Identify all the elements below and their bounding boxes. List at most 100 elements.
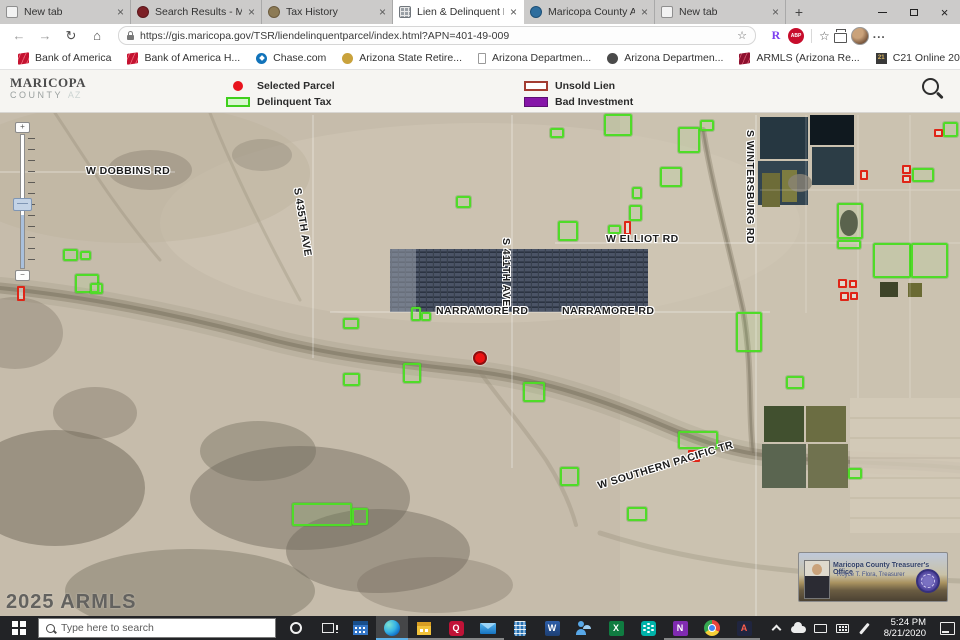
bookmark-c21-online-2020[interactable]: 21C21 Online 2020 [868, 48, 960, 68]
collections-icon[interactable] [834, 33, 847, 43]
delinquent-tax-parcel[interactable] [911, 243, 948, 278]
close-button[interactable]: × [929, 0, 960, 24]
touch-keyboard-button[interactable] [832, 616, 854, 640]
chevron-up-button[interactable] [766, 616, 788, 640]
word-taskbar-button[interactable]: W [536, 616, 568, 640]
tab-close-icon[interactable]: × [641, 6, 648, 18]
delinquent-tax-parcel[interactable] [837, 240, 861, 249]
tab-new-tab[interactable]: New tab× [0, 0, 131, 24]
delinquent-tax-parcel[interactable] [837, 203, 863, 239]
cortana-taskbar-button[interactable] [280, 616, 312, 640]
onenote-taskbar-button[interactable]: N [664, 616, 696, 640]
profile-avatar[interactable] [851, 27, 869, 45]
favorites-bar-icon[interactable]: ☆ [819, 29, 830, 43]
tab-lien-delinquent-par[interactable]: Lien & Delinquent Par...× [393, 0, 524, 24]
people-taskbar-button[interactable] [568, 616, 600, 640]
menu-dots-icon[interactable]: ... [873, 27, 886, 41]
delinquent-tax-parcel[interactable] [912, 168, 934, 182]
zoom-out-button[interactable]: − [15, 270, 30, 281]
action-center-button[interactable] [934, 616, 960, 640]
delinquent-tax-parcel[interactable] [421, 312, 431, 321]
adblock-extension-icon[interactable]: ABP [788, 28, 804, 44]
delinquent-tax-parcel[interactable] [632, 187, 642, 199]
edge-taskbar-button[interactable] [376, 616, 408, 640]
delinquent-tax-parcel[interactable] [403, 363, 421, 383]
store-taskbar-button[interactable] [408, 616, 440, 640]
tab-close-icon[interactable]: × [117, 6, 124, 18]
delinquent-tax-parcel[interactable] [943, 122, 958, 137]
unsold-lien-parcel[interactable] [849, 280, 857, 288]
minimize-button[interactable] [867, 0, 898, 24]
zoom-slider-thumb[interactable] [13, 198, 32, 211]
taskbar-search-input[interactable] [61, 622, 268, 634]
tab-close-icon[interactable]: × [248, 6, 255, 18]
zoom-in-button[interactable]: + [15, 122, 30, 133]
calculator-taskbar-button[interactable] [504, 616, 536, 640]
url-text[interactable]: https://gis.maricopa.gov/TSR/liendelinqu… [140, 30, 731, 42]
refresh-icon[interactable]: ↻ [60, 28, 82, 44]
task-view-taskbar-button[interactable] [312, 616, 344, 640]
delinquent-tax-parcel[interactable] [560, 467, 579, 486]
excel-taskbar-button[interactable]: X [600, 616, 632, 640]
bookmark-bank-of-america[interactable]: Bank of America [10, 48, 119, 68]
rakuten-extension-icon[interactable]: R [768, 28, 784, 44]
delinquent-tax-parcel[interactable] [292, 503, 352, 526]
unsold-lien-parcel[interactable] [838, 279, 847, 288]
chrome-taskbar-button[interactable] [696, 616, 728, 640]
unsold-lien-parcel[interactable] [17, 286, 25, 301]
tab-search-results-maric[interactable]: Search Results - Maric...× [131, 0, 262, 24]
delinquent-tax-parcel[interactable] [343, 373, 360, 386]
new-tab-button[interactable]: + [786, 0, 812, 24]
address-bar[interactable]: https://gis.maricopa.gov/TSR/liendelinqu… [118, 26, 756, 45]
taskbar-clock[interactable]: 5:24 PM 8/21/2020 [876, 617, 934, 639]
delinquent-tax-parcel[interactable] [550, 128, 564, 138]
unsold-lien-parcel[interactable] [840, 292, 849, 301]
home-icon[interactable]: ⌂ [86, 28, 108, 43]
bookmark-armls-arizona-re[interactable]: ARMLS (Arizona Re... [731, 48, 867, 68]
delinquent-tax-parcel[interactable] [873, 243, 911, 278]
back-icon[interactable]: ← [8, 28, 30, 43]
delinquent-tax-parcel[interactable] [700, 120, 714, 131]
delinquent-tax-parcel[interactable] [660, 167, 682, 187]
tab-close-icon[interactable]: × [379, 6, 386, 18]
unsold-lien-parcel[interactable] [902, 165, 911, 174]
start-button[interactable] [0, 616, 38, 640]
calendar-taskbar-button[interactable] [344, 616, 376, 640]
unsold-lien-parcel[interactable] [902, 175, 911, 183]
pen-button[interactable] [854, 616, 876, 640]
delinquent-tax-parcel[interactable] [343, 318, 359, 329]
delinquent-tax-parcel[interactable] [736, 312, 762, 352]
delinquent-tax-parcel[interactable] [456, 196, 471, 208]
delinquent-tax-parcel[interactable] [786, 376, 804, 389]
delinquent-tax-parcel[interactable] [523, 382, 545, 402]
tab-close-icon[interactable]: × [510, 6, 517, 18]
tab-tax-history[interactable]: Tax History× [262, 0, 393, 24]
delinquent-tax-parcel[interactable] [629, 205, 642, 221]
favorite-star-icon[interactable]: ☆ [737, 29, 747, 42]
selected-parcel-marker[interactable] [473, 351, 487, 365]
delinquent-tax-parcel[interactable] [848, 468, 862, 479]
delinquent-tax-parcel[interactable] [604, 114, 632, 136]
delinquent-tax-parcel[interactable] [352, 508, 368, 525]
unsold-lien-parcel[interactable] [860, 170, 868, 180]
tab-maricopa-county-asse[interactable]: Maricopa County Asse...× [524, 0, 655, 24]
delinquent-tax-parcel[interactable] [63, 249, 78, 261]
fitbit-taskbar-button[interactable] [632, 616, 664, 640]
bookmark-arizona-departmen[interactable]: Arizona Departmen... [470, 48, 599, 68]
bookmark-bank-of-america-h[interactable]: Bank of America H... [119, 48, 248, 68]
bookmark-arizona-state-retire[interactable]: Arizona State Retire... [334, 48, 470, 68]
forward-icon[interactable]: → [34, 28, 56, 43]
acrobat-taskbar-button[interactable]: A [728, 616, 760, 640]
delinquent-tax-parcel[interactable] [80, 251, 91, 260]
bookmark-arizona-departmen[interactable]: Arizona Departmen... [599, 48, 731, 68]
delinquent-tax-parcel[interactable] [558, 221, 578, 241]
unsold-lien-parcel[interactable] [850, 292, 858, 300]
maximize-button[interactable] [898, 0, 929, 24]
mail-taskbar-button[interactable] [472, 616, 504, 640]
taskbar-search-box[interactable] [38, 618, 276, 638]
tab-close-icon[interactable]: × [772, 6, 779, 18]
bookmark-chase-com[interactable]: Chase.com [248, 48, 334, 68]
delinquent-tax-parcel[interactable] [411, 307, 421, 321]
connect-display-button[interactable] [810, 616, 832, 640]
delinquent-tax-parcel[interactable] [90, 283, 103, 294]
